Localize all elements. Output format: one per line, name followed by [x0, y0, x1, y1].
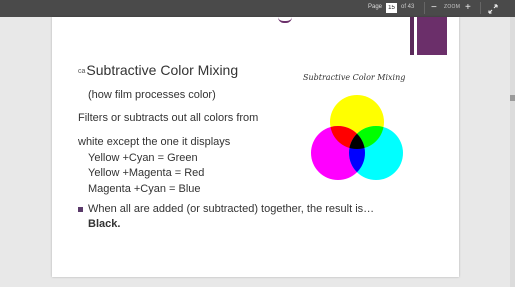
accent-bar: [417, 17, 447, 55]
slide-title-text: Subtractive Color Mixing: [86, 62, 239, 78]
summary-bold: Black.: [88, 218, 121, 230]
zoom-out-button[interactable]: −: [431, 1, 437, 15]
body-line-2: white except the one it displays: [78, 136, 231, 148]
viewer-toolbar: Page of 43 − ZOOM +: [0, 0, 515, 17]
cut-off-heading: [278, 13, 292, 23]
page-number-input[interactable]: [386, 3, 397, 13]
square-bullet-icon: [78, 207, 83, 212]
slide-page: caSubtractive Color Mixing (how film pro…: [52, 17, 459, 277]
figure-title: Subtractive Color Mixing: [303, 73, 406, 82]
accent-bar-thin: [410, 17, 414, 55]
toolbar-divider: [424, 2, 425, 14]
slide-title: caSubtractive Color Mixing: [78, 62, 238, 78]
subtractive-color-diagram: [311, 95, 403, 180]
fullscreen-button[interactable]: [487, 2, 499, 14]
expand-icon: [488, 4, 498, 14]
page-total: of 43: [401, 4, 415, 10]
slide-subtitle: (how film processes color): [88, 89, 216, 101]
bullet-glyph: ca: [78, 68, 86, 75]
toolbar-divider: [480, 2, 481, 14]
zoom-in-button[interactable]: +: [465, 1, 471, 15]
summary-text: When all are added (or subtracted) toget…: [88, 203, 375, 215]
vertical-scrollbar[interactable]: [510, 17, 515, 287]
zoom-label: ZOOM: [444, 4, 461, 10]
equation-line: Yellow +Magenta = Red: [88, 167, 205, 179]
body-line-1: Filters or subtracts out all colors from: [78, 112, 259, 124]
scrollbar-thumb[interactable]: [510, 95, 515, 101]
equation-line: Yellow +Cyan = Green: [88, 152, 198, 164]
equation-line: Magenta +Cyan = Blue: [88, 183, 201, 195]
page-label: Page: [368, 4, 383, 10]
